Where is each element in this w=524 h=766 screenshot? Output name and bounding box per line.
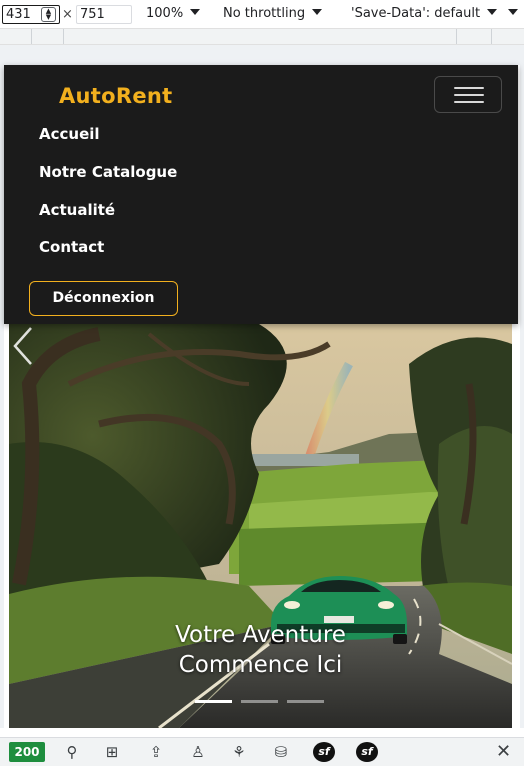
page-background bbox=[0, 728, 524, 737]
ruler-segment bbox=[456, 29, 457, 44]
device-toolbar: 431 ▲ ▼ × 751 100% No throttling 'Save-Da… bbox=[0, 0, 524, 28]
throttling-value: No throttling bbox=[223, 6, 306, 21]
carousel-indicator[interactable] bbox=[195, 700, 232, 703]
caret-down-icon bbox=[312, 9, 323, 15]
zoom-dropdown[interactable]: 100% bbox=[146, 6, 201, 21]
chevron-left-icon[interactable] bbox=[9, 324, 37, 368]
caret-down-icon bbox=[508, 9, 518, 15]
caret-down-icon bbox=[487, 9, 498, 15]
save-data-dropdown[interactable]: 'Save-Data': default bbox=[351, 6, 498, 21]
nav-link-contact[interactable]: Contact bbox=[39, 238, 104, 256]
ruler-segment bbox=[63, 29, 64, 44]
site-navbar: AutoRent Accueil Notre Catalogue Actuali… bbox=[4, 65, 518, 324]
navbar-toggler-button[interactable] bbox=[434, 76, 502, 113]
height-input[interactable]: 751 bbox=[76, 5, 132, 24]
viewport-gutter-right bbox=[520, 65, 524, 737]
more-options-dropdown[interactable] bbox=[508, 6, 518, 21]
hamburger-icon bbox=[454, 87, 484, 89]
hamburger-icon bbox=[454, 94, 484, 96]
hero-carousel: Votre Aventure Commence Ici bbox=[9, 324, 512, 728]
hamburger-icon bbox=[454, 101, 484, 103]
debug-toolbar: 200 ⚲ ⊞ ⇪ ♙ ⚘ ⛁ sf sf ✕ bbox=[0, 737, 524, 766]
network-icon[interactable]: ⚲ bbox=[61, 742, 83, 762]
symfony-icon[interactable]: sf bbox=[356, 742, 378, 762]
database-icon[interactable]: ⛁ bbox=[270, 742, 292, 762]
hero-caption: Votre Aventure Commence Ici bbox=[9, 620, 512, 680]
caret-down-icon bbox=[190, 9, 201, 15]
upload-icon[interactable]: ⇪ bbox=[145, 742, 167, 762]
width-input[interactable]: 431 ▲ ▼ bbox=[2, 5, 60, 24]
cpu-icon[interactable]: ⊞ bbox=[101, 742, 123, 762]
media-query-ruler[interactable] bbox=[0, 28, 524, 45]
throttling-dropdown[interactable]: No throttling bbox=[223, 6, 323, 21]
viewport-background bbox=[0, 45, 524, 65]
status-badge[interactable]: 200 bbox=[9, 742, 45, 762]
ruler-segment bbox=[31, 29, 32, 44]
carousel-indicator[interactable] bbox=[241, 700, 278, 703]
nav-link-accueil[interactable]: Accueil bbox=[39, 125, 100, 143]
zoom-value: 100% bbox=[146, 6, 184, 21]
hero-caption-line2: Commence Ici bbox=[178, 652, 343, 678]
close-icon[interactable]: ✕ bbox=[496, 741, 511, 762]
dimension-separator: × bbox=[62, 7, 73, 22]
symfony-icon[interactable]: sf bbox=[313, 742, 335, 762]
width-spinner-icon[interactable]: ▲ ▼ bbox=[41, 7, 56, 22]
carousel-indicator[interactable] bbox=[287, 700, 324, 703]
carousel-indicators bbox=[195, 700, 325, 703]
hero-caption-line1: Votre Aventure bbox=[175, 622, 346, 648]
height-value: 751 bbox=[80, 7, 105, 22]
ruler-segment bbox=[491, 29, 492, 44]
logout-button[interactable]: Déconnexion bbox=[29, 281, 178, 316]
sprout-icon[interactable]: ⚘ bbox=[228, 742, 250, 762]
brand-logo[interactable]: AutoRent bbox=[59, 84, 172, 108]
nav-link-catalogue[interactable]: Notre Catalogue bbox=[39, 163, 177, 181]
nav-link-actualite[interactable]: Actualité bbox=[39, 201, 115, 219]
user-icon[interactable]: ♙ bbox=[187, 742, 209, 762]
width-value: 431 bbox=[6, 7, 31, 22]
save-data-value: 'Save-Data': default bbox=[351, 6, 481, 21]
